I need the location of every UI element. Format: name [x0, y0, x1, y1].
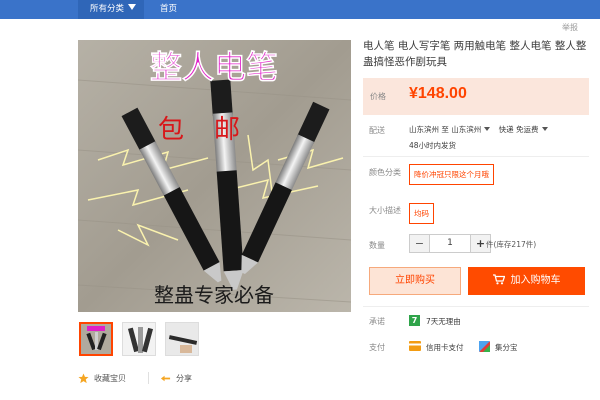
pledge-label: 承诺: [369, 317, 385, 326]
shipping-to-word: 至: [441, 125, 449, 134]
quantity-minus-button[interactable]: −: [409, 234, 430, 253]
section-divider: [363, 306, 589, 307]
chevron-down-icon[interactable]: [484, 127, 491, 131]
share-button[interactable]: 分享: [160, 373, 192, 384]
shipping-note: 48小时内发货: [409, 141, 457, 150]
chevron-down-icon[interactable]: [541, 127, 548, 131]
all-categories-menu[interactable]: 所有分类: [78, 0, 144, 19]
price-value: ¥148.00: [409, 85, 467, 102]
pledge-text[interactable]: 7天无理由: [426, 316, 461, 327]
add-to-cart-button[interactable]: 加入购物车: [468, 267, 585, 295]
share-label: 分享: [176, 374, 192, 383]
seven-day-return-icon: 7: [409, 315, 420, 326]
shipping-to-select[interactable]: 山东滨州: [451, 125, 481, 134]
product-title: 电人笔 电人写字笔 两用触电笔 整人电笔 整人整蛊搞怪恶作剧玩具: [363, 40, 587, 68]
favorite-button[interactable]: 收藏宝贝: [78, 373, 126, 384]
quantity-label: 数量: [369, 241, 385, 250]
credit-card-icon: [409, 341, 421, 351]
jifenbao-icon: [479, 341, 490, 352]
color-option[interactable]: 降价冲冠只限这个月哦: [409, 164, 494, 185]
size-option[interactable]: 均码: [409, 203, 434, 224]
top-nav-bar: 所有分类 首页: [0, 0, 600, 19]
nav-home-link[interactable]: 首页: [160, 0, 177, 19]
favorite-label: 收藏宝贝: [94, 374, 126, 383]
thumbnail-3[interactable]: [165, 322, 199, 356]
shipping-method-select[interactable]: 快递 免运费: [499, 125, 539, 134]
product-main-image[interactable]: 整人电笔 包邮 整蛊专家必备: [78, 40, 351, 312]
quantity-input[interactable]: 1: [430, 234, 470, 253]
color-label: 颜色分类: [369, 168, 401, 177]
chevron-down-icon: [128, 4, 137, 10]
image-headline-text: 整人电笔: [150, 48, 278, 86]
size-label: 大小描述: [369, 206, 401, 215]
jifenbao-text[interactable]: 集分宝: [495, 342, 518, 353]
share-icon: [160, 375, 171, 382]
report-link[interactable]: 举报: [562, 22, 578, 33]
shipping-line: 山东滨州 至 山东滨州 快递 免运费: [409, 124, 554, 135]
thumbnail-1[interactable]: [79, 322, 113, 356]
image-free-shipping-text: 包邮: [158, 115, 270, 145]
image-slogan-text: 整蛊专家必备: [154, 283, 274, 307]
payment-label: 支付: [369, 343, 385, 352]
star-icon: [78, 373, 89, 384]
add-to-cart-label: 加入购物车: [510, 275, 561, 286]
thumbnail-2[interactable]: [122, 322, 156, 356]
all-categories-label: 所有分类: [90, 4, 125, 14]
price-label: 价格: [370, 92, 386, 101]
section-divider: [363, 156, 589, 157]
shipping-from: 山东滨州: [409, 125, 439, 134]
action-separator: [148, 372, 149, 384]
cart-icon: [492, 274, 505, 285]
stock-text: 件(库存217件): [486, 240, 537, 249]
buy-now-button[interactable]: 立即购买: [369, 267, 461, 295]
shipping-label: 配送: [369, 126, 385, 135]
credit-card-pay-text[interactable]: 信用卡支付: [426, 342, 464, 353]
quantity-stepper: − 1 +: [409, 234, 491, 253]
price-panel: 价格 ¥148.00: [363, 78, 589, 115]
